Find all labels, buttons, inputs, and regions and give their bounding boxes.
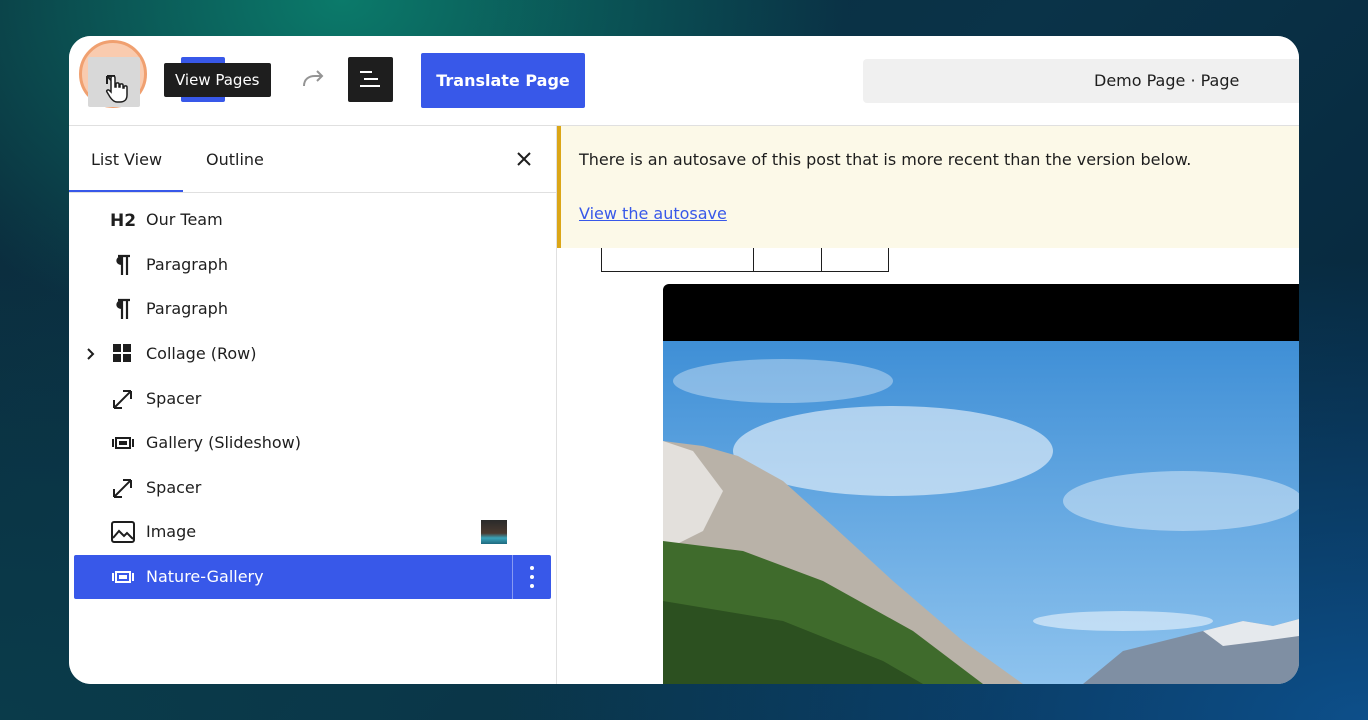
list-item[interactable]: Spacer [74,466,551,510]
list-view-icon [360,71,380,87]
list-item-label: Our Team [146,210,223,229]
list-view-toggle-button[interactable] [348,57,393,102]
slideshow-icon [112,571,134,583]
view-autosave-link[interactable]: View the autosave [579,204,727,223]
editor-window: View Pages Translate Page Demo Page · Pa… [69,36,1299,684]
block-toolbar[interactable] [601,246,889,272]
slideshow-icon [112,437,134,449]
more-vertical-icon [530,566,534,588]
document-title: Demo Page · Page [1094,71,1240,90]
translate-page-button[interactable]: Translate Page [421,53,585,108]
redo-icon[interactable] [301,68,327,92]
document-bar[interactable]: Demo Page · Page [863,59,1299,103]
list-item-label: Gallery (Slideshow) [146,433,301,452]
image-icon [111,521,135,543]
notice-message: There is an autosave of this post that i… [579,150,1192,169]
list-item[interactable]: Paragraph [74,243,551,287]
svg-text:H2: H2 [110,211,136,231]
list-item[interactable]: Spacer [74,377,551,421]
paragraph-icon [116,254,130,275]
list-item-selected[interactable]: Nature-Gallery [74,555,551,599]
list-item-label: Image [146,522,197,541]
grid-icon [113,344,131,362]
list-item[interactable]: H2 Our Team [74,198,551,242]
list-item-label: Paragraph [146,299,228,318]
list-item[interactable]: Image [74,510,551,554]
toolbar-divider [821,246,822,272]
list-item-label: Collage (Row) [146,344,257,363]
list-item-label: Nature-Gallery [146,567,264,586]
chevron-right-icon[interactable] [84,345,98,363]
editor-header: View Pages Translate Page Demo Page · Pa… [69,36,1299,126]
editor-canvas: There is an autosave of this post that i… [557,126,1299,684]
toolbar-divider [753,246,754,272]
sidebar-tabs: List View Outline [69,126,556,193]
resize-arrow-icon [113,390,132,409]
tab-outline[interactable]: Outline [206,126,264,192]
list-item[interactable]: Collage (Row) [74,332,551,376]
nature-gallery-block[interactable] [663,284,1299,684]
list-item[interactable]: Gallery (Slideshow) [74,421,551,465]
paragraph-icon [116,298,130,319]
list-item-label: Spacer [146,389,202,408]
list-item-label: Spacer [146,478,202,497]
list-item-label: Paragraph [146,255,228,274]
mountain-photo [663,341,1299,684]
tooltip: View Pages [164,63,271,97]
autosave-notice: There is an autosave of this post that i… [557,126,1299,248]
tab-list-view[interactable]: List View [69,126,183,192]
resize-arrow-icon [113,479,132,498]
heading-icon: H2 [110,211,136,231]
pointer-hand-icon [106,75,128,103]
list-view-sidebar: List View Outline H2 Our Team Paragraph [69,126,557,684]
options-button[interactable] [512,555,551,599]
close-icon[interactable] [513,148,535,170]
image-thumbnail [481,520,507,544]
list-item[interactable]: Paragraph [74,287,551,331]
